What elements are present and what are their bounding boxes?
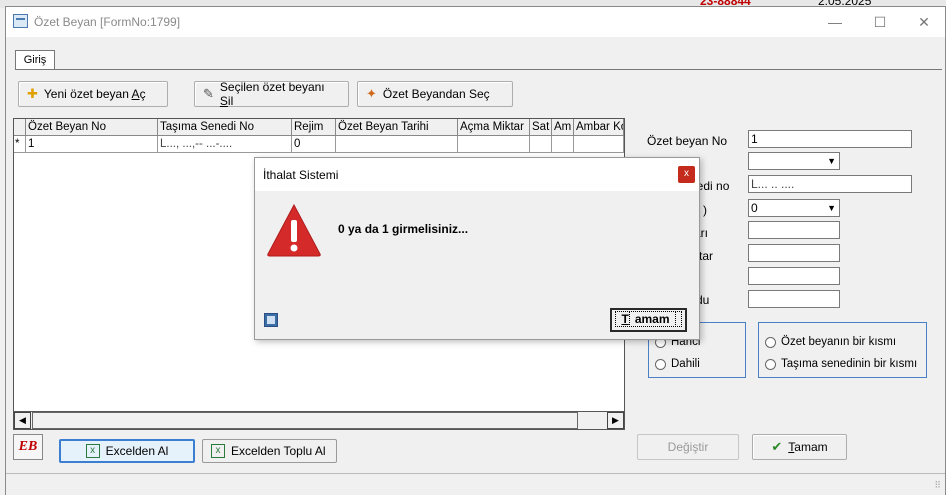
field-combo[interactable]: ▼ xyxy=(748,152,840,170)
minimize-button[interactable]: — xyxy=(820,11,850,33)
tab-giris[interactable]: Giriş xyxy=(15,50,55,70)
resize-grip-icon[interactable]: ⠿ xyxy=(934,480,941,491)
dialog-title-bar: İthalat Sistemi x xyxy=(255,158,699,191)
radio-dahili[interactable]: Dahili xyxy=(655,358,700,370)
tasima-senedi-no-input[interactable]: L... .. .... xyxy=(748,175,912,193)
column-header[interactable]: Sat xyxy=(530,119,552,136)
radio-circle-icon[interactable] xyxy=(765,358,776,370)
window-title: Özet Beyan [FormNo:1799] xyxy=(34,15,181,29)
excelden-al-button[interactable]: x Excelden Al xyxy=(59,439,195,463)
column-header[interactable]: Özet Beyan Tarihi xyxy=(336,119,458,136)
chevron-down-icon[interactable]: ▼ xyxy=(827,200,836,216)
select-from-ozet-beyan-button[interactable]: ✦ Özet Beyandan Seç xyxy=(357,81,513,107)
table-cell[interactable] xyxy=(552,136,574,153)
column-header[interactable]: Açma Miktar xyxy=(458,119,530,136)
column-header[interactable]: Özet Beyan No xyxy=(26,119,158,136)
window-icon xyxy=(13,14,28,28)
dialog-tamam-button[interactable]: Tamam xyxy=(610,308,687,332)
column-header[interactable]: Am xyxy=(552,119,574,136)
tab-divider xyxy=(15,69,942,70)
help-icon[interactable] xyxy=(264,313,278,327)
new-ozet-beyan-button[interactable]: ✚ Yeni özet beyan Aç xyxy=(18,81,168,107)
field-input[interactable] xyxy=(748,244,840,262)
table-cell[interactable] xyxy=(336,136,458,153)
dialog-title: İthalat Sistemi xyxy=(263,168,339,182)
field-input[interactable] xyxy=(748,267,840,285)
ozet-beyan-no-input[interactable]: 1 xyxy=(748,130,912,148)
kisim-group: Özet beyanın bir kısmı Taşıma senedinin … xyxy=(758,322,927,378)
rejim-combo[interactable]: 0 ▼ xyxy=(748,199,840,217)
column-header[interactable]: Rejim xyxy=(292,119,336,136)
error-warning-icon xyxy=(265,202,323,258)
ozet-beyan-no-label: Özet beyan No xyxy=(647,134,728,148)
eraser-icon: ✎ xyxy=(203,86,214,101)
scrollbar-thumb[interactable] xyxy=(32,412,578,429)
table-cell[interactable]: 1 xyxy=(26,136,158,153)
status-bar: ⠿ xyxy=(6,473,945,495)
field-input[interactable] xyxy=(748,290,840,308)
radio-tasima-senedi-kismi[interactable]: Taşıma senedinin bir kısmı xyxy=(765,358,917,370)
excelden-toplu-al-button[interactable]: x Excelden Toplu Al xyxy=(202,439,337,463)
table-cell[interactable]: L..., ...,-- ...-.... xyxy=(158,136,292,153)
book-icon: ✦ xyxy=(366,86,377,101)
row-indicator-header xyxy=(14,119,26,136)
new-document-icon: ✚ xyxy=(27,86,38,101)
field-label: ) xyxy=(703,203,707,217)
dialog-message: 0 ya da 1 girmelisiniz... xyxy=(338,222,469,236)
excel-icon: x xyxy=(211,444,225,458)
title-bar: Özet Beyan [FormNo:1799] — ☐ ✕ xyxy=(6,7,945,37)
column-header[interactable]: Taşıma Senedi No xyxy=(158,119,292,136)
dialog-close-button[interactable]: x xyxy=(678,166,695,183)
radio-circle-icon[interactable] xyxy=(765,336,776,348)
maximize-button[interactable]: ☐ xyxy=(865,11,895,33)
radio-circle-icon[interactable] xyxy=(655,358,666,370)
eb-logo-button[interactable]: EB xyxy=(13,434,43,460)
delete-selected-button[interactable]: ✎ Seçilen özet beyanı Sil xyxy=(194,80,349,108)
table-cell[interactable]: 0 xyxy=(292,136,336,153)
close-button[interactable]: ✕ xyxy=(909,11,939,33)
horizontal-scrollbar[interactable]: ◀ ▶ xyxy=(13,411,625,430)
tamam-button[interactable]: ✔ Tamam xyxy=(752,434,847,460)
degistir-button[interactable]: Değiştir xyxy=(637,434,739,460)
excel-icon: x xyxy=(85,444,100,458)
table-cell[interactable] xyxy=(458,136,530,153)
column-header[interactable]: Ambar Ko xyxy=(574,119,624,136)
radio-ozet-beyan-kismi[interactable]: Özet beyanın bir kısmı xyxy=(765,336,896,348)
table-cell[interactable] xyxy=(530,136,552,153)
field-input[interactable] xyxy=(748,221,840,239)
chevron-down-icon[interactable]: ▼ xyxy=(827,153,836,169)
error-dialog: İthalat Sistemi x 0 ya da 1 girmelisiniz… xyxy=(254,157,700,340)
scroll-left-icon[interactable]: ◀ xyxy=(14,412,31,429)
table-cell[interactable] xyxy=(574,136,624,153)
scroll-right-icon[interactable]: ▶ xyxy=(607,412,624,429)
checkmark-icon: ✔ xyxy=(771,439,783,454)
new-row-marker: * xyxy=(14,136,26,153)
